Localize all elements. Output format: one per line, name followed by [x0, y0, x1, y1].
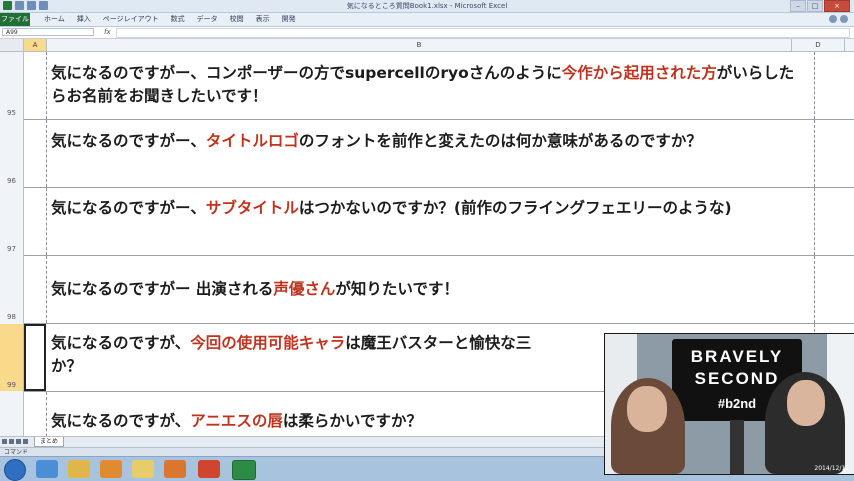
windows-start-icon[interactable] [4, 459, 26, 481]
table-row: 気になるのですがー、サブタイトルはつかないのですか？(前作のフライングフェエリー… [24, 188, 854, 256]
tab-data[interactable]: データ [191, 13, 224, 26]
cell-a[interactable] [24, 52, 47, 119]
row-headers: 95 96 97 98 99 [0, 52, 24, 436]
row-header[interactable]: 97 [0, 188, 23, 255]
logo-line-1: BRAVELY [690, 347, 784, 366]
folder-icon[interactable] [132, 460, 154, 478]
row-header[interactable]: 96 [0, 120, 23, 187]
cell-a[interactable] [24, 120, 47, 187]
sign-stand [730, 420, 744, 474]
insert-function-icon[interactable]: fx [104, 28, 111, 36]
formula-bar: A99 fx [0, 27, 854, 39]
tab-formulas[interactable]: 数式 [165, 13, 191, 26]
tab-view[interactable]: 表示 [250, 13, 276, 26]
name-box[interactable]: A99 [2, 28, 94, 36]
media-player-icon[interactable] [164, 460, 186, 478]
sheet-nav [2, 439, 28, 444]
title-bar: 気になるところ質問Book1.xlsx - Microsoft Excel – … [0, 0, 854, 13]
ie-icon[interactable] [36, 460, 58, 478]
broadcast-date: 2014/12/11 [814, 465, 849, 472]
cell-text: 気になるのですがー、サブタイトルはつかないのですか？(前作のフライングフェエリー… [51, 199, 732, 217]
table-row: 気になるのですがー、タイトルロゴのフォントを前作と変えたのは何か意味があるのです… [24, 120, 854, 188]
sheet-tab-active[interactable]: まとめ [34, 437, 65, 447]
row-header[interactable]: 95 [0, 52, 23, 119]
outlook-icon[interactable] [100, 460, 122, 478]
cell-a[interactable] [24, 392, 47, 436]
window-controls: – □ × [790, 0, 850, 12]
row-header[interactable] [0, 392, 23, 436]
file-tab[interactable]: ファイル [0, 13, 30, 26]
tab-insert[interactable]: 挿入 [71, 13, 97, 26]
close-button[interactable]: × [824, 0, 850, 12]
tab-review[interactable]: 校閲 [224, 13, 250, 26]
first-sheet-icon[interactable] [2, 439, 7, 444]
table-row: 気になるのですがー、コンポーザーの方でsupercellのryoさんのように今作… [24, 52, 854, 120]
cell-a[interactable] [24, 256, 47, 323]
table-row: 気になるのですがー 出演される声優さんが知りたいです！ [24, 256, 854, 324]
excel-taskbar-icon[interactable] [232, 460, 256, 480]
help-icon[interactable] [840, 15, 848, 23]
row-header-selected[interactable]: 99 [0, 324, 23, 391]
video-overlay: BRAVELY SECOND #b2nd 2014/12/11 [604, 333, 854, 475]
ribbon: ファイル ホーム 挿入 ページレイアウト 数式 データ 校閲 表示 開発 [0, 13, 854, 27]
minimize-button[interactable]: – [790, 0, 806, 12]
select-all-corner[interactable] [0, 39, 24, 51]
minimize-ribbon-icon[interactable] [829, 15, 837, 23]
tab-developer[interactable]: 開発 [276, 13, 302, 26]
maximize-button[interactable]: □ [807, 0, 823, 12]
window-title: 気になるところ質問Book1.xlsx - Microsoft Excel [346, 2, 508, 10]
presenter-right-face [787, 380, 825, 426]
column-headers: A B D [0, 39, 854, 52]
ribbon-help [829, 15, 848, 23]
row-header[interactable]: 98 [0, 256, 23, 323]
column-header-d[interactable]: D [792, 39, 845, 51]
active-cell-a99[interactable] [24, 324, 46, 391]
next-sheet-icon[interactable] [16, 439, 21, 444]
tab-page-layout[interactable]: ページレイアウト [97, 13, 165, 26]
cell-a[interactable] [24, 188, 47, 255]
presenter-left-face [627, 386, 667, 432]
column-header-b[interactable]: B [47, 39, 792, 51]
last-sheet-icon[interactable] [23, 439, 28, 444]
tab-home[interactable]: ホーム [38, 13, 71, 26]
column-header-a[interactable]: A [24, 39, 47, 51]
cell-text: 気になるのですがー、コンポーザーの方でsupercellのryoさんのように今作… [51, 64, 795, 105]
cell-text: 気になるのですがー、タイトルロゴのフォントを前作と変えたのは何か意味があるのです… [51, 132, 702, 150]
prev-sheet-icon[interactable] [9, 439, 14, 444]
powerpoint-icon[interactable] [198, 460, 220, 478]
formula-input[interactable] [116, 28, 850, 38]
chrome-icon[interactable] [68, 460, 90, 478]
cell-text: 気になるのですがー 出演される声優さんが知りたいです！ [51, 280, 459, 298]
ribbon-tabs: ホーム 挿入 ページレイアウト 数式 データ 校閲 表示 開発 [38, 13, 302, 26]
